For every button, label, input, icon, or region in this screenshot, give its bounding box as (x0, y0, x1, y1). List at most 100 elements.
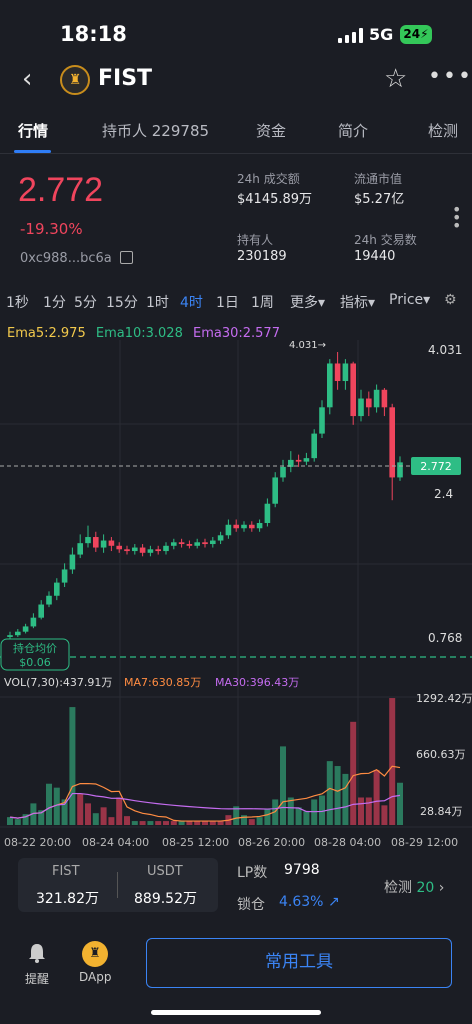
volume-bar (155, 821, 162, 825)
volume-bar (389, 698, 396, 825)
price-dropdown[interactable]: Price▾ (389, 292, 430, 308)
ema5-label: Ema5:2.975 (7, 326, 86, 341)
battery-level: 24 (403, 27, 421, 41)
candle-body (217, 535, 224, 541)
date-label-3: 08-26 20:00 (238, 836, 305, 849)
volume-bar (248, 819, 255, 825)
candle-body (295, 459, 302, 462)
dapp-label[interactable]: DApp (79, 970, 111, 984)
tab-intro[interactable]: 简介 (338, 120, 368, 141)
axis-mid: 2.4 (434, 487, 453, 501)
avg-cost-label: 持仓均价 (13, 641, 57, 655)
common-tools-button[interactable]: 常用工具 (146, 938, 452, 988)
candle-body (225, 524, 232, 536)
token-liq-value: 321.82万 (36, 891, 99, 907)
back-icon[interactable]: ‹ (22, 64, 32, 94)
volume-bar (365, 797, 372, 825)
more-icon[interactable]: ••• (428, 64, 472, 89)
date-label-0: 08-22 20:00 (4, 836, 71, 849)
volume-bar (342, 773, 349, 825)
stat-holders-value: 230189 (237, 249, 287, 264)
candle-body (256, 523, 263, 529)
tab-detect[interactable]: 检测 (428, 120, 458, 141)
volume-bars (7, 698, 403, 825)
stat-volume-value: $4145.89万 (237, 192, 313, 207)
favorite-star-icon[interactable]: ☆ (384, 64, 407, 94)
contract-address[interactable]: 0xc988...bc6a (20, 251, 133, 266)
tf-5m[interactable]: 5分 (74, 292, 97, 312)
network-label: 5G (369, 25, 394, 44)
tab-funds[interactable]: 资金 (256, 120, 286, 141)
vertical-more-icon[interactable]: • • • (452, 202, 461, 234)
candle-body (241, 524, 247, 529)
external-link-icon[interactable]: ↗ (328, 894, 340, 910)
vol-axis-high: 1292.42万 (416, 692, 472, 705)
tf-1w[interactable]: 1周 (251, 292, 274, 312)
date-label-1: 08-24 04:00 (82, 836, 149, 849)
volume-bar (116, 797, 123, 825)
indicator-dropdown[interactable]: 指标▾ (340, 292, 375, 312)
volume-bar (280, 746, 286, 825)
candle-body (210, 540, 216, 545)
copy-icon[interactable] (119, 251, 133, 264)
volume-bar (264, 809, 271, 825)
tf-15m[interactable]: 15分 (106, 292, 138, 312)
volume-bar (295, 807, 302, 825)
tf-1s[interactable]: 1秒 (6, 292, 29, 312)
detect-link[interactable]: 检测 20 › (384, 877, 444, 897)
bell-icon[interactable] (26, 942, 48, 964)
chart-settings-icon[interactable]: ⚙ (444, 292, 457, 308)
candle-body (311, 433, 317, 459)
candle-body (233, 524, 239, 529)
remind-label[interactable]: 提醒 (25, 970, 49, 987)
dapp-icon[interactable]: ♜ (82, 941, 108, 967)
tab-market[interactable]: 行情 (18, 120, 48, 141)
date-label-4: 08-28 04:00 (314, 836, 381, 849)
tf-1h[interactable]: 1时 (146, 292, 169, 312)
candle-body (116, 545, 122, 550)
volume-bar (358, 797, 364, 825)
volume-bar (373, 769, 380, 825)
price-change: -19.30% (20, 220, 83, 238)
candle-body (85, 537, 91, 544)
candle-body (280, 466, 286, 478)
high-marker: 4.031→ (289, 340, 326, 351)
usdt-liq-label: USDT (147, 864, 183, 879)
stat-mcap-label: 流通市值 (354, 172, 403, 186)
price-chart[interactable]: 2.772 持仓均价 $0.06 4.031→ 4.031 2.4 0.768 … (0, 340, 472, 850)
volume-bar (326, 761, 333, 825)
volume-bar (7, 817, 13, 825)
timeframe-bar: 1秒 1分 5分 15分 1时 4时 1日 1周 更多▾ 指标▾ Price▾ … (0, 292, 472, 312)
lp-label: LP数 (237, 865, 268, 881)
tab-holders[interactable]: 持币人 229785 (102, 120, 209, 141)
ma7-label: MA7:630.85万 (124, 676, 201, 689)
current-price: 2.772 (18, 171, 104, 209)
candle-body (171, 542, 177, 546)
liquidity-card: FIST 321.82万 USDT 889.52万 (18, 858, 218, 912)
candle-body (389, 407, 395, 478)
volume-bar (139, 821, 146, 825)
volume-bar (92, 813, 99, 825)
lock-value[interactable]: 4.63% ↗ (279, 894, 340, 910)
candle-body (334, 363, 341, 382)
candle-body (93, 537, 99, 548)
candle-body (381, 389, 388, 408)
candle-body (350, 363, 356, 417)
tf-1m[interactable]: 1分 (43, 292, 66, 312)
volume-bar (85, 803, 91, 825)
vol-axis-low: 28.84万 (420, 805, 463, 818)
axis-high: 4.031 (428, 343, 462, 357)
tf-1d[interactable]: 1日 (216, 292, 239, 312)
volume-bar (287, 797, 294, 825)
candle-body (155, 549, 161, 552)
volume-bar (334, 766, 341, 825)
candle-body (358, 398, 364, 417)
ema30-label: Ema30:2.577 (192, 326, 280, 341)
candle-body (46, 595, 52, 605)
candle-body (319, 407, 325, 434)
lp-value: 9798 (284, 862, 320, 878)
tf-4h[interactable]: 4时 (180, 292, 203, 312)
tf-more[interactable]: 更多▾ (290, 292, 325, 312)
contract-address-text: 0xc988...bc6a (20, 251, 112, 266)
ma30-line (9, 792, 401, 819)
